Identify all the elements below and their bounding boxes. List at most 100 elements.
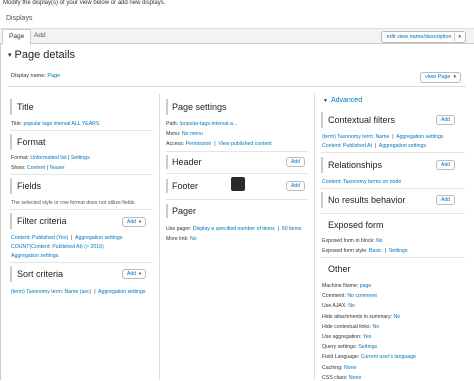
path-label: Path: <box>166 121 179 127</box>
exposed-style-label: Exposed form style: <box>322 248 368 254</box>
other-setting-row: Use aggregation: Yes <box>322 334 371 340</box>
add-header-button[interactable]: Add <box>286 157 305 167</box>
divider <box>321 188 465 189</box>
more-link-value[interactable]: No <box>190 236 197 242</box>
filter-item[interactable]: COUNT(Content: Published At) (> 2016) <box>11 244 104 250</box>
other-setting-row: Field Language: Current user's language <box>322 354 416 360</box>
contextual-row: (term) Taxonomy term: Name | Aggregation… <box>322 134 444 140</box>
sort-item[interactable]: (term) Taxonomy term: Name (asc) <box>11 289 91 295</box>
other-setting-link[interactable]: No <box>372 324 379 330</box>
edit-view-label: edit view name/description <box>386 34 452 40</box>
path-row: Path: /popular-tags-interval-a... <box>166 121 237 127</box>
exposed-style-link[interactable]: Basic <box>369 248 382 254</box>
filter-criteria-heading: Filter criteria <box>17 216 67 226</box>
other-setting-label: Use aggregation: <box>322 334 362 340</box>
other-setting-label: Hide attachments in summary: <box>322 313 393 320</box>
other-setting-link[interactable]: Yes <box>363 334 371 340</box>
format-row: Format: Unformatted list | Settings <box>11 155 90 161</box>
add-label: Add <box>127 271 136 277</box>
collapse-triangle-icon: ▾ <box>8 52 12 60</box>
other-setting-label: Query settings: <box>322 344 357 351</box>
aggregation-settings-link[interactable]: Aggregation settings <box>11 253 58 259</box>
path-link[interactable]: /popular-tags-interval-a... <box>180 121 238 127</box>
divider <box>10 130 153 131</box>
add-relationship-button[interactable]: Add <box>436 160 455 170</box>
other-setting-row: Machine Name: page <box>322 283 371 289</box>
other-setting-link[interactable]: page <box>360 283 372 289</box>
other-setting-link[interactable]: No <box>348 303 355 309</box>
tab-add[interactable]: Add <box>28 29 52 43</box>
view-page-label: view Page <box>425 74 451 80</box>
more-link-row: More link: No <box>166 236 197 242</box>
divider <box>321 152 465 153</box>
add-label: Add <box>441 197 450 203</box>
add-label: Add <box>441 162 450 168</box>
menu-link[interactable]: No menu <box>182 131 203 137</box>
header-heading: Header <box>172 157 202 167</box>
exposed-form-heading: Exposed form <box>328 220 384 230</box>
use-pager-label: Use pager: <box>166 226 192 232</box>
exposed-style-row: Exposed form style: Basic | Settings <box>322 248 408 254</box>
section-bar <box>10 134 12 150</box>
filter-item[interactable]: Content: Published (Yes) <box>11 235 68 241</box>
access-link[interactable]: Permission <box>186 141 212 147</box>
contextual-item[interactable]: (term) Taxonomy term: Name <box>322 134 389 140</box>
access-label: Access: <box>166 141 185 147</box>
relationship-item[interactable]: Content: Taxonomy terms on node <box>322 179 401 185</box>
add-footer-button[interactable]: Add <box>286 181 305 191</box>
other-setting-row: Hide attachments in summary: No <box>322 314 400 320</box>
filter-row: Content: Published (Yes) | Aggregation s… <box>11 235 123 241</box>
other-setting-link[interactable]: No comment <box>347 293 376 299</box>
exposed-block-link[interactable]: No <box>376 238 383 244</box>
show-separator: | <box>46 165 48 171</box>
exposed-style-settings-link[interactable]: Settings <box>389 248 408 254</box>
use-pager-link[interactable]: Display a specified number of items <box>193 226 275 232</box>
display-panel <box>0 43 474 380</box>
exposed-block-label: Exposed form in block: <box>322 238 375 244</box>
section-bar <box>166 179 168 193</box>
aggregation-settings-link[interactable]: Aggregation settings <box>379 143 426 149</box>
section-bar <box>10 266 12 282</box>
show-link[interactable]: Content <box>27 165 45 171</box>
add-contextual-filter-button[interactable]: Add <box>436 115 455 125</box>
format-settings-link[interactable]: Settings <box>71 155 90 161</box>
column-divider <box>159 94 160 380</box>
collapse-triangle-icon: ▼ <box>323 98 328 104</box>
display-name-link[interactable]: Page <box>47 73 60 79</box>
add-label: Add <box>441 117 450 123</box>
aggregation-settings-link[interactable]: Aggregation settings <box>75 235 122 241</box>
add-sort-button[interactable]: Add ▾ <box>122 269 147 279</box>
contextual-row: Content: Published At | Aggregation sett… <box>322 143 427 149</box>
divider <box>166 199 308 200</box>
divider <box>10 174 153 175</box>
intro-text: Modify the display(s) of your view below… <box>3 0 166 6</box>
edit-view-button[interactable]: edit view name/description ▾ <box>380 31 466 43</box>
format-heading: Format <box>17 137 46 147</box>
contextual-item[interactable]: Content: Published At <box>322 143 372 149</box>
pager-items-link[interactable]: 50 items <box>282 226 302 232</box>
divider <box>166 151 308 152</box>
exposed-block-row: Exposed form in block: No <box>322 238 383 244</box>
format-link[interactable]: Unformatted list <box>30 155 66 161</box>
display-name-label: Display name: <box>11 73 46 79</box>
add-no-results-button[interactable]: Add <box>436 195 455 205</box>
page-details-heading[interactable]: ▾ Page details <box>8 49 75 61</box>
add-filter-button[interactable]: Add ▾ <box>122 217 147 227</box>
chevron-down-icon: ▾ <box>138 219 142 224</box>
title-link[interactable]: popular tags interval ALL YEARS <box>24 121 100 127</box>
access-detail-link[interactable]: View published content <box>218 141 271 147</box>
aggregation-settings-link[interactable]: Aggregation settings <box>98 289 145 295</box>
teaser-link[interactable]: Teaser <box>49 165 65 171</box>
other-setting-label: Caching: <box>322 364 343 371</box>
other-setting-link[interactable]: No <box>394 314 401 320</box>
title-heading: Title <box>17 102 34 112</box>
view-page-button[interactable]: view Page ▾ <box>420 72 461 83</box>
section-bar <box>10 178 12 194</box>
section-bar <box>166 155 168 169</box>
page-details-title: Page details <box>14 49 76 61</box>
aggregation-settings-link[interactable]: Aggregation settings <box>396 134 443 140</box>
other-setting-link[interactable]: None <box>344 365 356 371</box>
other-setting-link[interactable]: Settings <box>358 344 377 350</box>
other-setting-link[interactable]: Current user's language <box>361 354 416 360</box>
advanced-toggle[interactable]: ▼ Advanced <box>323 97 362 104</box>
